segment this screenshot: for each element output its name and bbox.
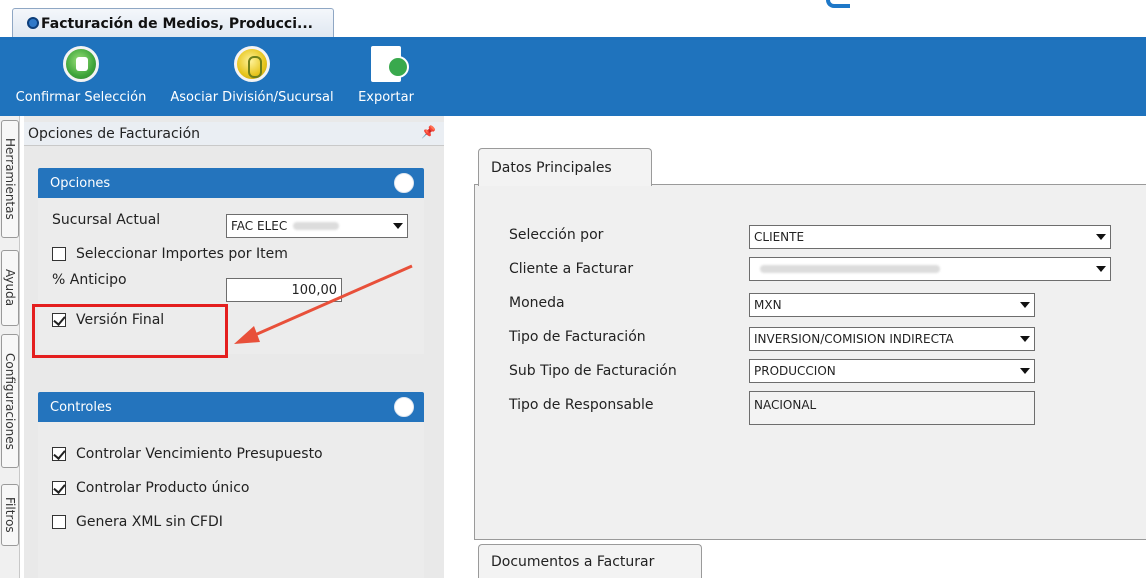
export-icon [371,46,409,82]
thumbs-up-icon [63,46,99,82]
exportar-label: Exportar [358,90,414,105]
responsable-value: NACIONAL [754,398,817,412]
seleccion-label: Selección por [509,227,604,243]
datos-principales-panel: Selección por CLIENTE Cliente a Facturar… [474,184,1146,540]
tipo-facturacion-select[interactable]: INVERSION/COMISION INDIRECTA [749,327,1035,351]
tab-datos-principales[interactable]: Datos Principales [478,148,652,186]
tipo-facturacion-value: INVERSION/COMISION INDIRECTA [754,332,954,346]
controlar-producto-label: Controlar Producto único [76,480,250,496]
sucursal-row: Sucursal Actual [52,212,160,228]
moneda-select[interactable]: MXN [749,293,1035,317]
controlar-producto-checkbox[interactable] [52,481,66,495]
genera-xml-checkbox[interactable] [52,515,66,529]
app-icon [27,17,39,29]
genera-xml-label: Genera XML sin CFDI [76,514,223,530]
chevron-down-icon [1016,360,1034,382]
controles-group: Controles Controlar Vencimiento Presupue… [38,392,424,578]
confirmar-seleccion-label: Confirmar Selección [15,90,147,105]
side-tab-filtros-label: Filtros [3,497,17,533]
cliente-select[interactable] [749,257,1111,281]
anticipo-label: % Anticipo [52,272,127,288]
exportar-button[interactable]: Exportar [346,46,426,105]
cliente-label: Cliente a Facturar [509,261,634,277]
side-tab-herramientas-label: Herramientas [3,138,17,220]
main-content: Datos Principales Selección por CLIENTE … [444,116,1146,578]
responsable-label: Tipo de Responsable [509,397,654,413]
chevron-down-icon [1016,294,1034,316]
side-tab-filtros[interactable]: Filtros [1,484,19,546]
subtipo-select[interactable]: PRODUCCION [749,359,1035,383]
genera-xml-row[interactable]: Genera XML sin CFDI [52,514,223,530]
controlar-vencimiento-checkbox[interactable] [52,447,66,461]
redacted-text [760,265,940,273]
seleccion-select[interactable]: CLIENTE [749,225,1111,249]
side-tab-ayuda[interactable]: Ayuda [1,250,19,326]
asociar-division-button[interactable]: Asociar División/Sucursal [164,46,340,105]
side-tab-ayuda-label: Ayuda [3,269,17,307]
tipo-facturacion-label: Tipo de Facturación [509,329,646,345]
chevron-down-icon [1092,226,1110,248]
sucursal-select[interactable]: FAC ELEC [226,214,408,238]
controlar-vencimiento-label: Controlar Vencimiento Presupuesto [76,446,323,462]
chevron-down-icon [1092,258,1110,280]
subtipo-value: PRODUCCION [754,364,836,378]
side-tab-herramientas[interactable]: Herramientas [1,120,19,238]
partial-logo-icon [826,0,850,8]
associate-icon [234,46,270,82]
opciones-group-title: Opciones [50,175,111,191]
document-tab[interactable]: Facturación de Medios, Producci... [12,8,334,38]
title-tab-bar: Facturación de Medios, Producci... [0,0,1146,40]
opciones-group-header: Opciones [38,168,424,198]
pin-icon[interactable]: 📌 [421,125,436,139]
responsable-field: NACIONAL [749,391,1035,425]
controles-group-title: Controles [50,399,112,415]
asociar-division-label: Asociar División/Sucursal [170,90,334,105]
sucursal-label: Sucursal Actual [52,212,161,228]
panel-title: Opciones de Facturación [28,125,201,142]
moneda-label: Moneda [509,295,565,311]
redacted-text [293,222,340,230]
side-tab-configuraciones[interactable]: Configuraciones [1,334,19,468]
chevron-down-icon [1016,328,1034,350]
tab-docs-label: Documentos a Facturar [491,553,655,570]
ribbon-toolbar: Confirmar Selección Asociar División/Suc… [0,40,1146,116]
tab-documentos-facturar[interactable]: Documentos a Facturar [478,544,702,578]
red-arrow-annotation [234,264,413,344]
chevron-down-icon [389,215,407,237]
sucursal-value: FAC ELEC [231,219,288,233]
collapse-icon[interactable] [394,397,414,417]
controlar-producto-row[interactable]: Controlar Producto único [52,480,249,496]
anticipo-row: % Anticipo [52,272,127,288]
tab-datos-label: Datos Principales [491,159,612,176]
document-tab-title: Facturación de Medios, Producci... [41,15,313,32]
collapse-icon[interactable] [394,173,414,193]
side-tab-strip: Herramientas Ayuda Configuraciones Filtr… [0,116,20,578]
side-tab-configuraciones-label: Configuraciones [3,352,17,450]
moneda-value: MXN [754,298,782,312]
panel-header: Opciones de Facturación 📌 [24,122,444,146]
highlight-box [32,304,228,358]
subtipo-label: Sub Tipo de Facturación [509,363,677,379]
confirmar-seleccion-button[interactable]: Confirmar Selección [8,46,154,105]
seleccion-value: CLIENTE [754,230,805,244]
seleccionar-importes-checkbox[interactable] [52,247,66,261]
controles-group-header: Controles [38,392,424,422]
controlar-vencimiento-row[interactable]: Controlar Vencimiento Presupuesto [52,446,323,462]
